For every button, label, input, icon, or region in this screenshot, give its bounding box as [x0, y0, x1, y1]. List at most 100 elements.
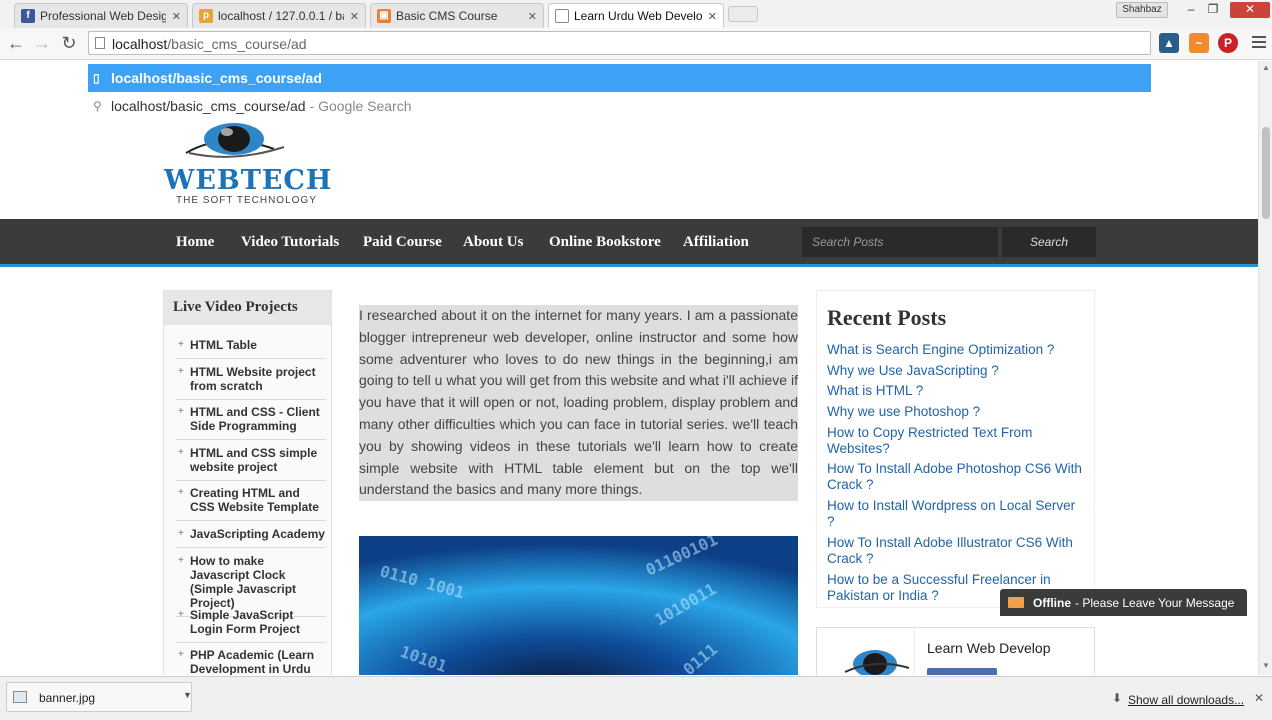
- tab-title: localhost / 127.0.0.1 / bas: [218, 9, 344, 23]
- download-shelf: banner.jpg ▼ ⬇ Show all downloads... ✕: [0, 676, 1272, 720]
- tab-strip: f Professional Web Designe ✕ p localhost…: [0, 0, 1272, 28]
- nav-affiliation[interactable]: Affiliation: [683, 234, 749, 251]
- suggestion-text: localhost/basic_cms_course/ad: [111, 70, 322, 86]
- rss-extension-icon[interactable]: ~: [1189, 33, 1209, 53]
- window-close-icon[interactable]: ✕: [1230, 2, 1270, 18]
- nav-paid-course[interactable]: Paid Course: [363, 234, 442, 251]
- chat-widget[interactable]: Offline - Please Leave Your Message: [1000, 589, 1247, 616]
- recent-post-link[interactable]: Why we Use JavaScripting ?: [827, 363, 1084, 379]
- sidebar-item[interactable]: HTML and CSS - Client Side Programming: [176, 405, 326, 440]
- sidebar-item[interactable]: Simple JavaScript Login Form Project: [176, 608, 326, 643]
- recent-posts-widget: Recent Posts What is Search Engine Optim…: [816, 290, 1095, 608]
- reload-icon[interactable]: ↻: [58, 33, 80, 55]
- suggestion-suffix: - Google Search: [309, 98, 412, 114]
- facebook-icon: f: [21, 9, 35, 23]
- sidebar-item[interactable]: Creating HTML and CSS Website Template: [176, 486, 326, 521]
- close-icon[interactable]: ✕: [172, 10, 181, 23]
- extension-icon[interactable]: ▲: [1159, 33, 1179, 53]
- facebook-page-widget: Learn Web Develop: [816, 627, 1095, 675]
- search-input[interactable]: Search Posts: [802, 227, 998, 257]
- phpmyadmin-icon: p: [199, 9, 213, 23]
- recent-post-link[interactable]: How to Install Wordpress on Local Server…: [827, 498, 1084, 530]
- menu-icon[interactable]: [1252, 36, 1266, 51]
- search-button[interactable]: Search: [1002, 227, 1096, 257]
- restore-icon[interactable]: ❐: [1204, 2, 1222, 18]
- chat-message: - Please Leave Your Message: [1075, 595, 1235, 610]
- eye-logo-icon: [844, 650, 910, 675]
- nav-video-tutorials[interactable]: Video Tutorials: [241, 234, 339, 251]
- nav-about-us[interactable]: About Us: [463, 234, 523, 251]
- suggestion-search[interactable]: ⚲ localhost/basic_cms_course/ad - Google…: [88, 92, 1151, 120]
- cms-icon: ▣: [377, 9, 391, 23]
- article-body: I researched about it on the internet fo…: [359, 305, 798, 502]
- omnibox-suggestions: ▯ localhost/basic_cms_course/ad ⚲ localh…: [88, 64, 1151, 120]
- like-page-button[interactable]: [927, 668, 997, 675]
- recent-post-link[interactable]: Why we use Photoshop ?: [827, 404, 1084, 420]
- recent-post-link[interactable]: How To Install Adobe Photoshop CS6 With …: [827, 461, 1084, 493]
- show-all-downloads-link[interactable]: Show all downloads...: [1128, 693, 1244, 707]
- address-bar[interactable]: localhost/basic_cms_course/ad: [88, 31, 1151, 55]
- sidebar-item[interactable]: JavaScripting Academy: [176, 527, 326, 548]
- pinterest-icon[interactable]: P: [1218, 33, 1238, 53]
- scroll-down-icon[interactable]: ▼: [1262, 661, 1270, 670]
- page-scrollbar[interactable]: ▲ ▼: [1258, 61, 1272, 675]
- sidebar-item[interactable]: PHP Academic (Learn Development in Urdu: [176, 648, 326, 675]
- close-icon[interactable]: ✕: [708, 10, 717, 23]
- search-icon: ⚲: [93, 99, 102, 113]
- download-arrow-icon: ⬇: [1112, 691, 1123, 705]
- suggestion-url[interactable]: ▯ localhost/basic_cms_course/ad: [88, 64, 1151, 92]
- recent-posts-title: Recent Posts: [827, 305, 947, 330]
- tab-facebook[interactable]: f Professional Web Designe ✕: [14, 3, 188, 28]
- browser-toolbar: ← → ↻ localhost/basic_cms_course/ad ▲ ~ …: [0, 28, 1272, 60]
- address-text: localhost/basic_cms_course/ad: [112, 36, 307, 52]
- web-page: WEBTECH THE SOFT TECHNOLOGY Home Video T…: [0, 61, 1258, 675]
- tab-phpmyadmin[interactable]: p localhost / 127.0.0.1 / bas ✕: [192, 3, 366, 28]
- close-icon[interactable]: ✕: [350, 10, 359, 23]
- scroll-up-icon[interactable]: ▲: [1262, 63, 1270, 72]
- chat-status: Offline: [1033, 595, 1071, 610]
- nav-online-bookstore[interactable]: Online Bookstore: [549, 234, 661, 251]
- article-image: 01100101 1010011 0110 1001 10101 0111: [359, 536, 798, 675]
- page-icon: ▯: [93, 71, 100, 85]
- tab-basic-cms[interactable]: ▣ Basic CMS Course ✕: [370, 3, 544, 28]
- tab-title: Professional Web Designe: [40, 9, 166, 23]
- main-navbar: Home Video Tutorials Paid Course About U…: [0, 219, 1258, 267]
- page-icon: [555, 9, 569, 23]
- sidebar-item[interactable]: HTML and CSS simple website project: [176, 446, 326, 481]
- page-icon: [95, 37, 105, 49]
- article-text: I researched about it on the internet fo…: [359, 305, 798, 502]
- back-icon[interactable]: ←: [5, 33, 27, 55]
- binary-tunnel-image: 01100101 1010011 0110 1001 10101 0111: [359, 536, 798, 675]
- suggestion-text: localhost/basic_cms_course/ad: [111, 98, 306, 114]
- site-logo[interactable]: WEBTECH THE SOFT TECHNOLOGY: [164, 111, 331, 211]
- profile-button[interactable]: Shahbaz: [1116, 2, 1168, 18]
- tab-title: Basic CMS Course: [396, 9, 498, 23]
- sidebar-item[interactable]: HTML Table: [176, 338, 326, 359]
- logo-wordmark: WEBTECH: [164, 165, 333, 196]
- nav-home[interactable]: Home: [176, 234, 214, 251]
- new-tab-button[interactable]: [728, 6, 758, 22]
- download-item[interactable]: banner.jpg ▼: [6, 682, 192, 712]
- minimize-icon[interactable]: –: [1182, 2, 1200, 18]
- forward-icon[interactable]: →: [31, 33, 53, 55]
- sidebar-live-projects: Live Video Projects HTML Table HTML Webs…: [163, 290, 332, 675]
- page-thumbnail: [817, 628, 915, 675]
- tab-title: Learn Urdu Web Develop: [574, 9, 702, 23]
- download-file-name: banner.jpg: [39, 691, 96, 705]
- recent-post-link[interactable]: What is HTML ?: [827, 383, 1084, 399]
- scroll-thumb[interactable]: [1262, 127, 1270, 219]
- image-file-icon: [13, 691, 27, 703]
- sidebar-item[interactable]: HTML Website project from scratch: [176, 365, 326, 400]
- recent-post-link[interactable]: How to Copy Restricted Text From Website…: [827, 425, 1084, 457]
- recent-post-link[interactable]: How To Install Adobe Illustrator CS6 Wit…: [827, 535, 1084, 567]
- sidebar-title: Live Video Projects: [164, 291, 331, 325]
- logo-tagline: THE SOFT TECHNOLOGY: [176, 195, 317, 206]
- mail-icon: [1008, 597, 1024, 608]
- close-icon[interactable]: ✕: [1254, 691, 1264, 705]
- chevron-down-icon[interactable]: ▼: [183, 690, 192, 700]
- close-icon[interactable]: ✕: [528, 10, 537, 23]
- eye-logo-icon: [185, 123, 285, 158]
- facebook-page-title[interactable]: Learn Web Develop: [927, 640, 1050, 656]
- recent-post-link[interactable]: What is Search Engine Optimization ?: [827, 342, 1084, 358]
- tab-learn-urdu[interactable]: Learn Urdu Web Develop ✕: [548, 3, 724, 28]
